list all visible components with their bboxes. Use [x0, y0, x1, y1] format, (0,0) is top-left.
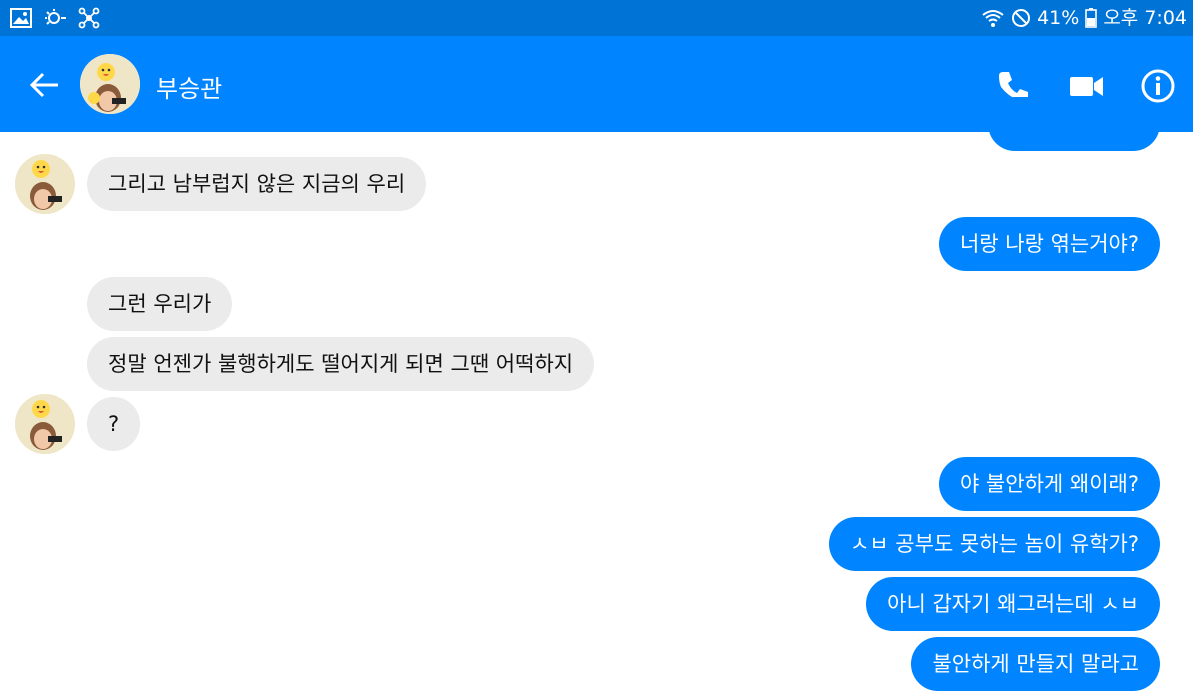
message-incoming[interactable]: 그런 우리가	[87, 277, 233, 331]
weather-icon	[45, 9, 66, 25]
do-not-disturb-icon	[1012, 9, 1031, 27]
message-outgoing[interactable]: 야 불안하게 왜이래?	[938, 457, 1160, 511]
message-outgoing[interactable]: 너랑 나랑 엮는거야?	[938, 217, 1160, 271]
message-outgoing[interactable]: ㅅㅂ 공부도 못하는 놈이 유학가?	[828, 517, 1160, 571]
message-outgoing[interactable]: 아니 갑자기 왜그러는데 ㅅㅂ	[866, 577, 1160, 631]
message-incoming[interactable]: 정말 언젠가 불행하게도 떨어지게 되면 그땐 어떡하지	[87, 337, 595, 391]
back-arrow-icon[interactable]	[26, 66, 64, 104]
battery-icon	[1085, 8, 1098, 28]
contact-avatar-small	[15, 394, 75, 454]
avatar-image	[80, 54, 140, 114]
message-outgoing[interactable]: 불안하게 만들지 말라고	[911, 637, 1160, 691]
status-bar: 41% 오후 7:04	[0, 0, 1193, 36]
contact-avatar-small	[15, 154, 75, 214]
wifi-icon	[982, 10, 1004, 27]
message-bubble-partial	[988, 97, 1160, 151]
battery-percent: 41%	[1037, 7, 1080, 29]
message-incoming[interactable]: ?	[87, 397, 141, 451]
network-icon	[78, 7, 100, 29]
clock: 오후 7:04	[1103, 7, 1187, 29]
contact-avatar[interactable]	[80, 54, 140, 114]
gallery-icon	[10, 8, 32, 28]
message-incoming[interactable]: 그리고 남부럽지 않은 지금의 우리	[87, 157, 427, 211]
contact-name[interactable]: 부승관	[156, 69, 222, 104]
